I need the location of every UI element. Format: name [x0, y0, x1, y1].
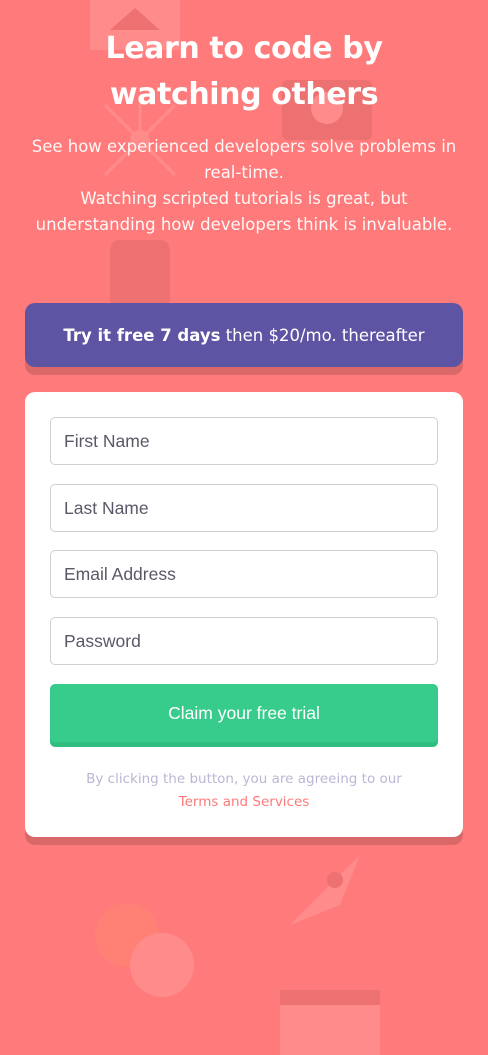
offer-highlight: Try it free 7 days [63, 325, 221, 345]
terms-text: By clicking the button, you are agreeing… [86, 771, 402, 787]
calendar-icon [280, 990, 380, 1055]
chat-bubble-icon [95, 903, 194, 997]
rocket-icon [290, 855, 360, 925]
last-name-input[interactable] [50, 484, 438, 532]
email-input[interactable] [50, 550, 438, 598]
subtitle-line-2: Watching scripted tutorials is great, bu… [35, 189, 453, 234]
password-input[interactable] [50, 617, 438, 665]
terms-notice: By clicking the button, you are agreeing… [25, 768, 463, 814]
hero: Learn to code by watching others See how… [0, 0, 488, 238]
offer-price: then $20/mo. thereafter [225, 325, 425, 345]
trial-offer-banner: Try it free 7 days then $20/mo. thereaft… [25, 303, 463, 367]
subtitle-line-1: See how experienced developers solve pro… [31, 137, 457, 182]
page-subtitle: See how experienced developers solve pro… [25, 134, 463, 238]
first-name-input[interactable] [50, 417, 438, 465]
terms-link[interactable]: Terms and Services [179, 794, 310, 810]
claim-trial-button[interactable]: Claim your free trial [50, 684, 438, 742]
page-title: Learn to code by watching others [105, 31, 383, 112]
signup-form: Claim your free trial By clicking the bu… [25, 392, 463, 837]
